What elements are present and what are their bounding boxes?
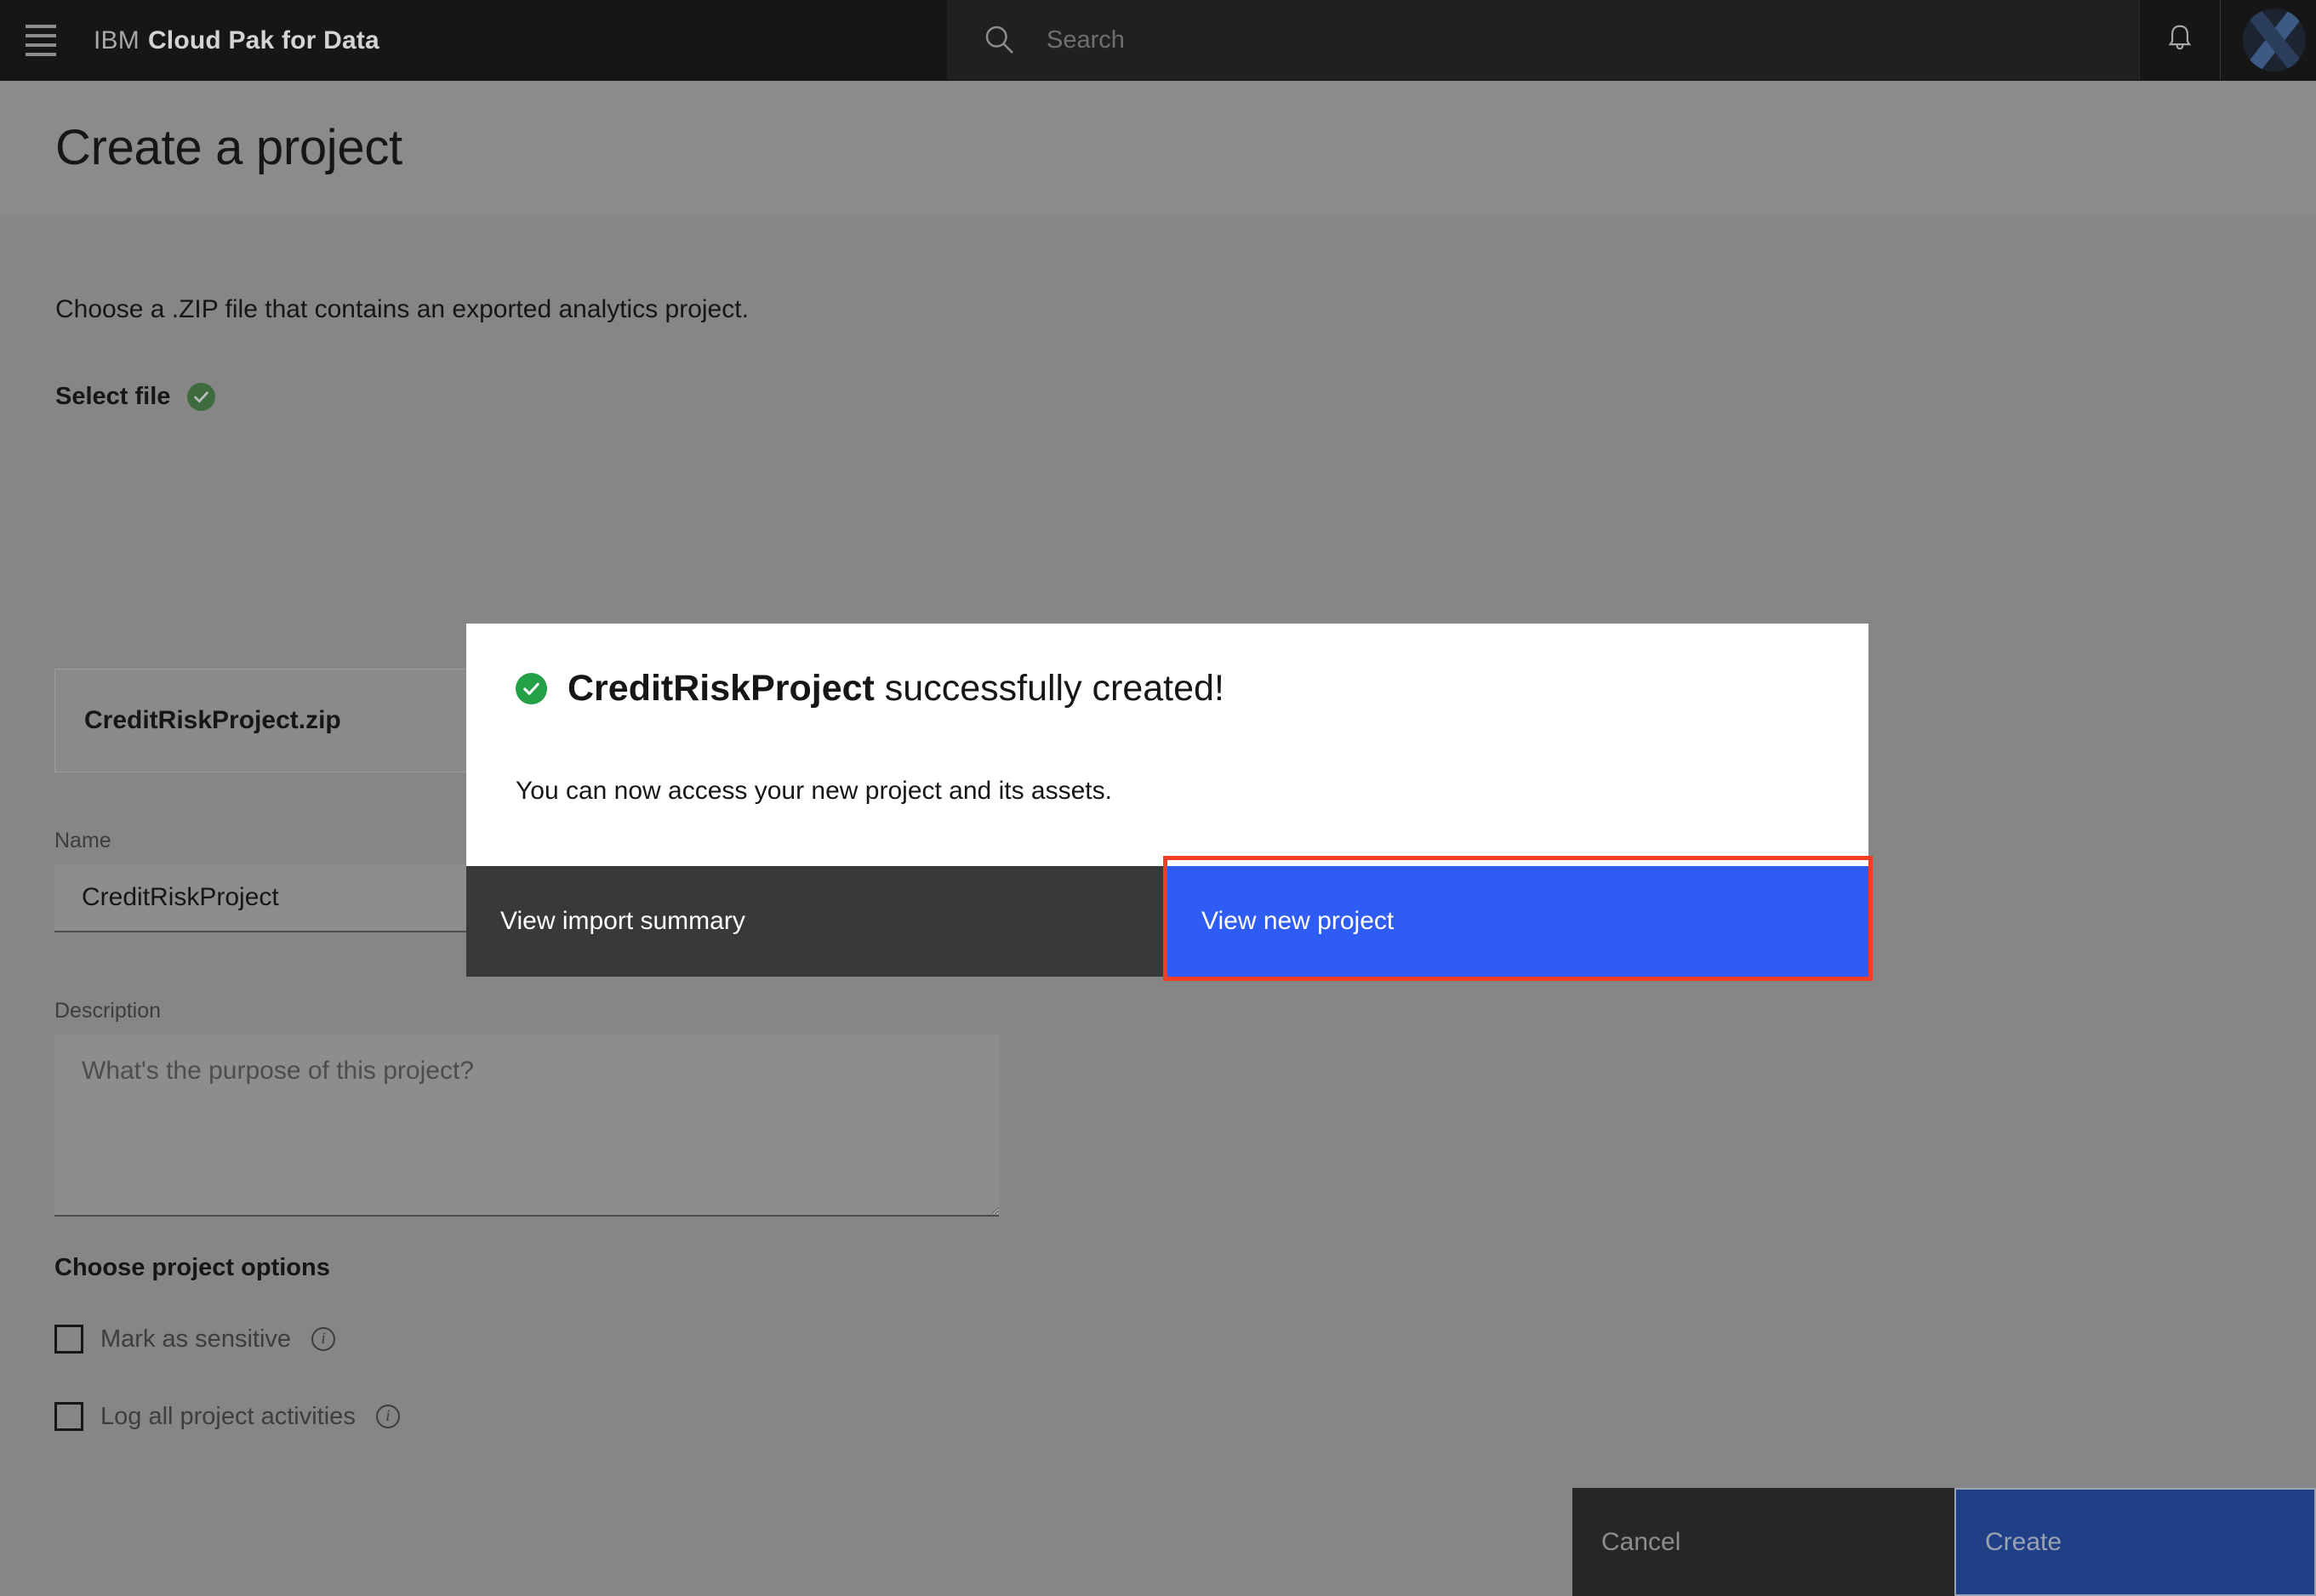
user-avatar-button[interactable] <box>2220 0 2316 80</box>
modal-title: CreditRiskProject successfully created! <box>568 668 1224 710</box>
hamburger-bar <box>25 25 56 28</box>
project-options-heading: Choose project options <box>54 1254 330 1281</box>
search-bar[interactable] <box>946 0 2182 80</box>
info-icon[interactable]: i <box>375 1405 400 1428</box>
brand-name: Cloud Pak for Data <box>147 26 379 54</box>
page-header: Create a project <box>0 81 2316 214</box>
search-input[interactable] <box>1047 26 1897 54</box>
hamburger-bar <box>25 43 56 47</box>
footer-action-bar: Cancel Create <box>1572 1488 2316 1596</box>
view-new-project-button[interactable]: View new project <box>1167 866 1868 977</box>
view-new-project-wrapper: View new project <box>1163 856 1873 981</box>
check-circle-icon <box>187 383 216 411</box>
modal-title-row: CreditRiskProject successfully created! <box>516 668 1224 710</box>
top-navigation-bar: IBM Cloud Pak for Data <box>0 0 2316 81</box>
option-label: Log all project activities <box>100 1402 356 1430</box>
modal-subtitle: You can now access your new project and … <box>516 777 1112 805</box>
success-modal: CreditRiskProject successfully created! … <box>466 624 1873 981</box>
bell-icon <box>2164 22 2196 59</box>
notifications-button[interactable] <box>2139 0 2220 80</box>
check-circle-icon <box>516 673 547 704</box>
avatar <box>2243 9 2306 71</box>
modal-footer: View import summary View new project <box>466 856 1873 981</box>
select-file-label: Select file <box>55 383 171 410</box>
info-icon[interactable]: i <box>311 1327 336 1351</box>
modal-title-project-name: CreditRiskProject <box>568 668 875 709</box>
view-import-summary-button[interactable]: View import summary <box>466 866 1167 977</box>
select-file-section: Select file <box>55 383 216 411</box>
name-field-label: Name <box>54 829 111 852</box>
hamburger-bar <box>25 34 56 37</box>
search-icon <box>983 23 1017 57</box>
option-mark-as-sensitive[interactable]: Mark as sensitive i <box>54 1325 336 1354</box>
option-log-all-activities[interactable]: Log all project activities i <box>54 1402 400 1431</box>
intro-description: Choose a .ZIP file that contains an expo… <box>55 295 749 323</box>
checkbox-mark-as-sensitive[interactable] <box>54 1325 83 1354</box>
brand-logo[interactable]: IBM Cloud Pak for Data <box>81 0 379 81</box>
hamburger-bar <box>25 53 56 56</box>
description-textarea[interactable] <box>54 1035 999 1217</box>
modal-body: CreditRiskProject successfully created! … <box>466 624 1868 866</box>
page-title: Create a project <box>55 120 402 175</box>
modal-title-suffix: successfully created! <box>874 668 1224 709</box>
cancel-button[interactable]: Cancel <box>1572 1488 1954 1596</box>
selected-file-name: CreditRiskProject.zip <box>84 706 341 734</box>
description-field-label: Description <box>54 999 162 1023</box>
hamburger-menu-icon[interactable] <box>0 0 81 81</box>
option-label: Mark as sensitive <box>100 1325 292 1353</box>
checkbox-log-all-activities[interactable] <box>54 1402 83 1431</box>
create-button[interactable]: Create <box>1954 1488 2316 1596</box>
brand-prefix: IBM <box>94 26 140 54</box>
